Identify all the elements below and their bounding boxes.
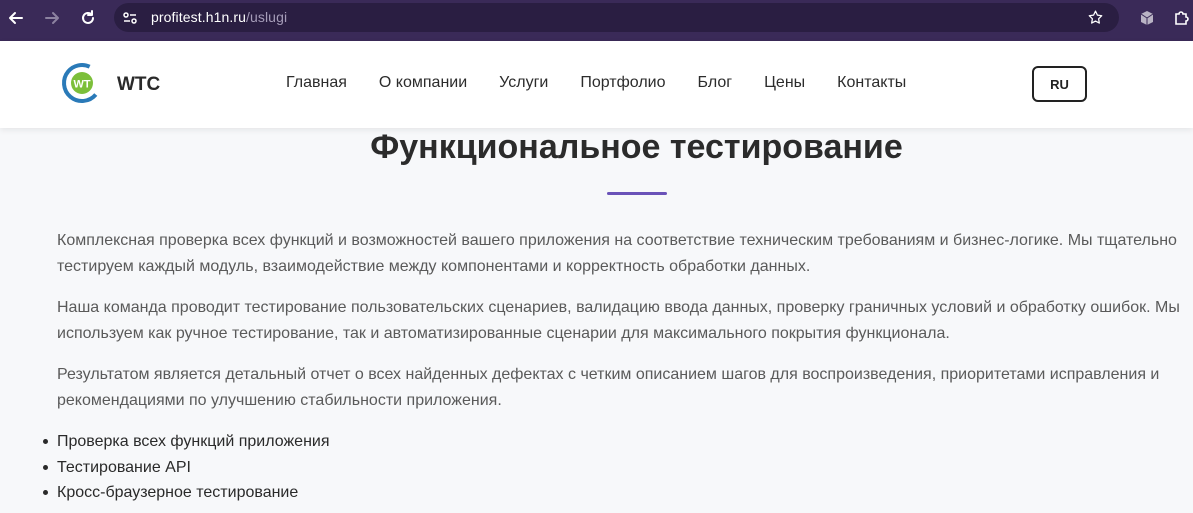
browser-toolbar: profitest.h1n.ru/uslugi	[0, 0, 1193, 41]
paragraph-results: Результатом является детальный отчет о в…	[57, 366, 1160, 409]
brand-name[interactable]: WTC	[117, 74, 160, 96]
reload-icon[interactable]	[77, 7, 99, 29]
menu-item-about[interactable]: О компании	[379, 74, 467, 92]
language-button[interactable]: RU	[1032, 66, 1087, 102]
paragraph-methods: Наша команда проводит тестирование польз…	[57, 299, 1180, 342]
menu-item-home[interactable]: Главная	[286, 74, 347, 92]
extension-cube-icon[interactable]	[1136, 7, 1158, 29]
menu-item-prices[interactable]: Цены	[764, 74, 805, 92]
back-arrow-icon[interactable]	[5, 7, 27, 29]
wtc-logo[interactable]: WT	[60, 61, 105, 106]
main-menu: Главная О компании Услуги Портфолио Блог…	[286, 74, 938, 92]
list-item: Проверка всех функций приложения	[43, 429, 330, 455]
url-path: /uslugi	[246, 9, 288, 25]
menu-item-blog[interactable]: Блог	[698, 74, 733, 92]
site-settings-icon[interactable]	[122, 10, 138, 26]
list-item: Тестирование API	[43, 455, 330, 481]
url-text: profitest.h1n.ru/uslugi	[151, 9, 287, 25]
bookmark-star-icon[interactable]	[1087, 9, 1104, 26]
menu-item-contacts[interactable]: Контакты	[837, 74, 906, 92]
feature-list: Проверка всех функций приложения Тестиро…	[43, 429, 330, 506]
address-bar[interactable]: profitest.h1n.ru/uslugi	[114, 3, 1119, 32]
title-underline	[607, 192, 667, 195]
list-item: Кросс-браузерное тестирование	[43, 480, 330, 506]
paragraph-overview: Комплексная проверка всех функций и возм…	[57, 232, 1177, 275]
svg-text:WT: WT	[73, 79, 90, 91]
menu-item-portfolio[interactable]: Портфолио	[580, 74, 665, 92]
url-host: profitest.h1n.ru	[151, 9, 246, 25]
forward-arrow-icon[interactable]	[41, 7, 63, 29]
menu-item-services[interactable]: Услуги	[499, 74, 548, 92]
extensions-puzzle-icon[interactable]	[1171, 7, 1193, 29]
site-header: WT WTC Главная О компании Услуги Портфол…	[0, 41, 1193, 128]
page-title: Функциональное тестирование	[370, 128, 903, 166]
